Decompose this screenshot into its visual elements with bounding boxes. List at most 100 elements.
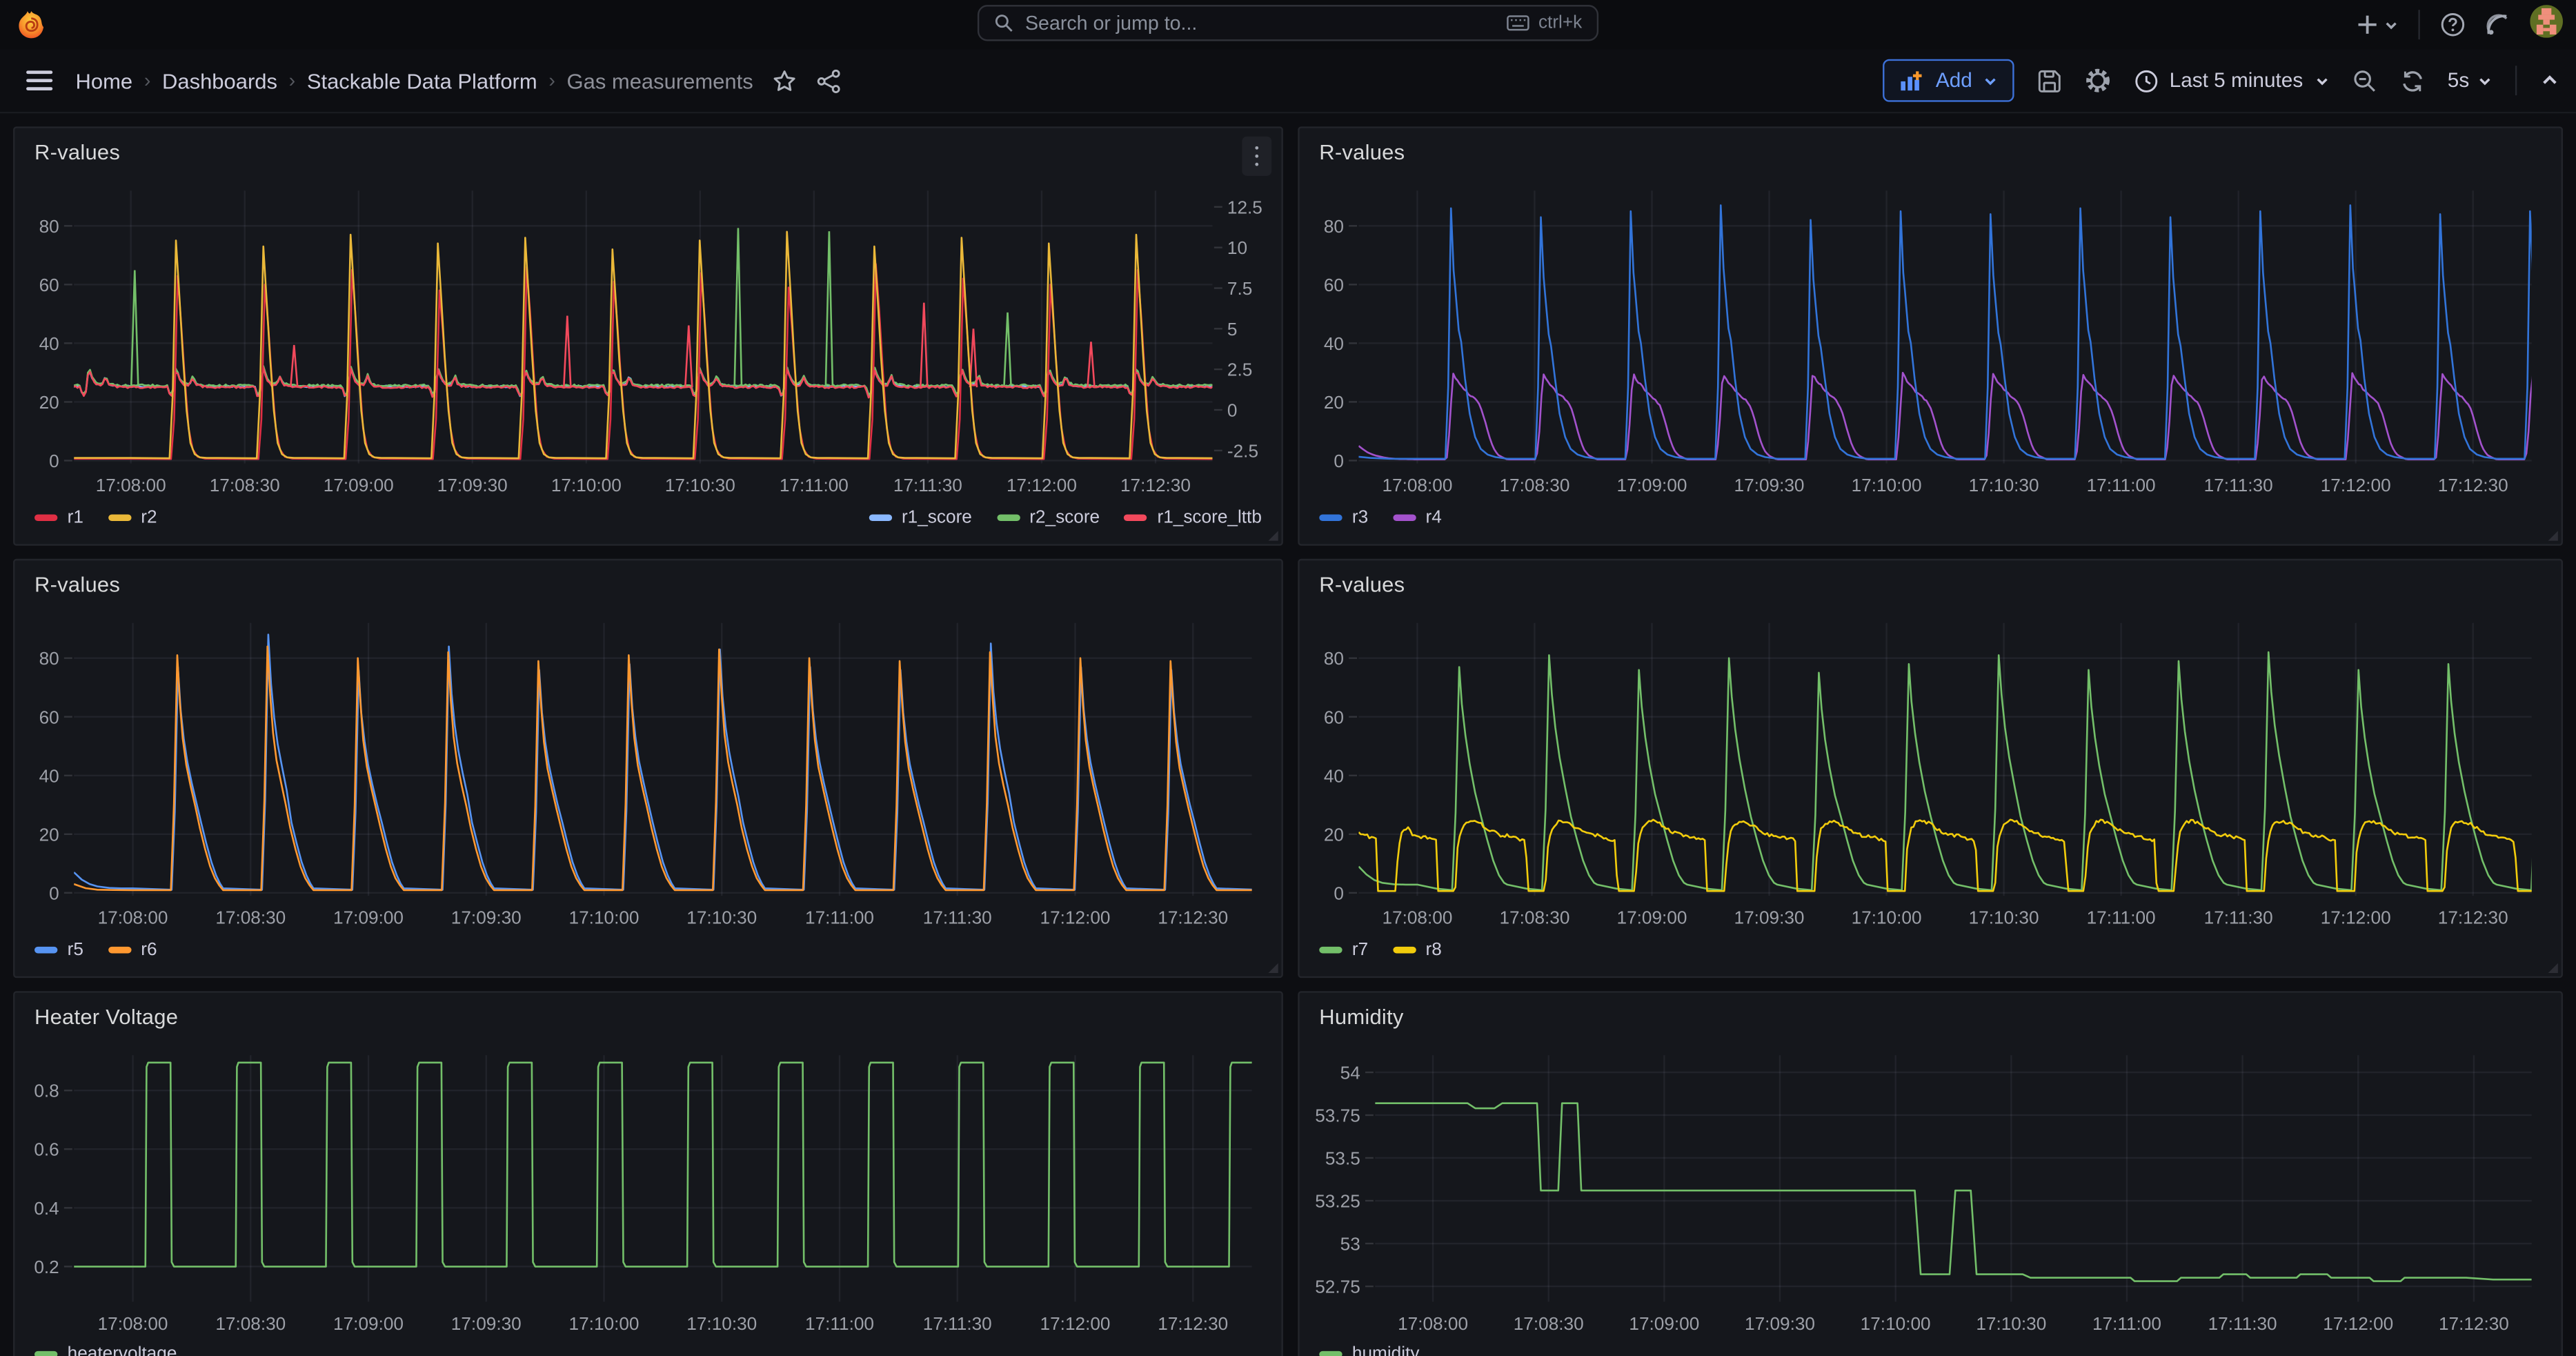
search-icon [994, 13, 1014, 33]
x-axis-tick-label: 17:09:30 [1734, 475, 1805, 495]
dashboard-toolbar: Home › Dashboards › Stackable Data Platf… [0, 49, 2576, 113]
save-icon [2037, 68, 2061, 93]
dashboard-settings-button[interactable] [2084, 68, 2110, 94]
time-series-chart[interactable]: 52.755353.2553.553.755417:08:0017:08:301… [1300, 993, 2562, 1356]
menu-toggle-button[interactable] [26, 70, 52, 90]
series-event-spike [685, 326, 692, 388]
x-axis-tick-label: 17:10:30 [1969, 907, 2039, 928]
axis-labels: 020406080-2.502.557.51012.517:08:0017:08… [39, 197, 1262, 495]
legend-item-r7[interactable]: r7 [1319, 940, 1368, 960]
legend-swatch [1124, 515, 1147, 522]
x-axis-tick-label: 17:08:30 [215, 907, 286, 928]
time-series-chart[interactable]: 02040608017:08:0017:08:3017:09:0017:09:3… [1300, 560, 2562, 976]
time-series-chart[interactable]: 02040608017:08:0017:08:3017:09:0017:09:3… [1300, 128, 2562, 544]
y-axis-tick-label: 20 [1324, 824, 1344, 845]
legend-label: r6 [141, 940, 157, 960]
legend-swatch [1393, 515, 1416, 522]
x-axis-tick-label: 17:08:00 [98, 1313, 168, 1334]
search-input[interactable]: Search or jump to... ctrl+k [978, 5, 1598, 41]
x-axis-tick-label: 17:11:00 [805, 907, 874, 928]
time-series-chart[interactable]: 0.20.40.60.817:08:0017:08:3017:09:0017:0… [14, 993, 1281, 1356]
y-axis-right-tick-label: 5 [1227, 319, 1238, 340]
new-item-button[interactable] [2356, 13, 2399, 36]
x-axis-tick-label: 17:11:30 [2208, 1313, 2277, 1334]
help-button[interactable] [2439, 12, 2466, 38]
x-axis-tick-label: 17:10:00 [1852, 907, 1922, 928]
breadcrumb: Home › Dashboards › Stackable Data Platf… [76, 68, 753, 93]
refresh-interval-picker[interactable]: 5s [2448, 69, 2493, 92]
panel-r-values-2: R-values02040608017:08:0017:08:3017:09:0… [1298, 126, 2563, 545]
collapse-toolbar-button[interactable] [2540, 70, 2560, 90]
grid [1349, 190, 2532, 463]
legend-item-r1_score_lttb[interactable]: r1_score_lttb [1124, 508, 1262, 528]
y-axis-tick-label: 0 [49, 883, 59, 903]
news-button[interactable] [2486, 12, 2510, 37]
series-lines [1358, 652, 2561, 891]
breadcrumb-separator: › [289, 69, 296, 92]
x-axis-tick-label: 17:12:00 [1007, 475, 1077, 495]
breadcrumb-folder[interactable]: Stackable Data Platform [307, 68, 537, 93]
share-button[interactable] [818, 68, 842, 93]
legend-item-r2_score[interactable]: r2_score [997, 508, 1100, 528]
zoom-out-button[interactable] [2352, 68, 2377, 93]
favorite-button[interactable] [773, 68, 797, 93]
dashboard-grid: R-values020406080-2.502.557.51012.517:08… [0, 112, 2576, 1356]
x-axis-tick-label: 17:09:00 [1629, 1313, 1699, 1334]
legend-item-r8[interactable]: r8 [1393, 940, 1442, 960]
x-axis-tick-label: 17:10:30 [1976, 1313, 2046, 1334]
x-axis-tick-label: 17:09:00 [333, 1313, 404, 1334]
legend-swatch [108, 515, 131, 522]
series-event-spike [290, 345, 297, 387]
x-axis-tick-label: 17:08:00 [1382, 475, 1452, 495]
legend-swatch [34, 947, 57, 954]
series-lines [1358, 205, 2561, 459]
x-axis-tick-label: 17:12:30 [1158, 907, 1228, 928]
star-icon [773, 68, 797, 93]
top-nav-actions [2356, 0, 2563, 49]
search-shortcut: ctrl+k [1507, 13, 1583, 33]
legend-item-humidity[interactable]: humidity [1319, 1344, 1419, 1356]
divider [2515, 66, 2517, 95]
y-axis-tick-label: 40 [1324, 765, 1344, 786]
y-axis-tick-label: 54 [1340, 1062, 1360, 1083]
divider [2418, 10, 2419, 39]
legend-item-heatervoltage[interactable]: heatervoltage [34, 1344, 177, 1356]
series-lines [74, 1063, 1281, 1267]
chevron-down-icon [2477, 73, 2492, 88]
x-axis-tick-label: 17:09:30 [451, 1313, 522, 1334]
breadcrumb-separator: › [144, 69, 151, 92]
x-axis-tick-label: 17:08:00 [1398, 1313, 1468, 1334]
grafana-logo-icon[interactable] [17, 10, 46, 39]
x-axis-tick-label: 17:12:00 [1040, 907, 1111, 928]
add-panel-button[interactable]: Add [1883, 59, 2014, 102]
x-axis-tick-label: 17:11:00 [805, 1313, 874, 1334]
x-axis-tick-label: 17:12:30 [1158, 1313, 1228, 1334]
grafana-app: Search or jump to... ctrl+k [0, 0, 2576, 1356]
series-line-r1 [74, 264, 1281, 460]
legend-item-r6[interactable]: r6 [108, 940, 157, 960]
legend-item-r1_score[interactable]: r1_score [869, 508, 972, 528]
x-axis-tick-label: 17:08:00 [98, 907, 168, 928]
breadcrumb-dashboards[interactable]: Dashboards [162, 68, 277, 93]
legend-item-r1[interactable]: r1 [34, 508, 83, 528]
y-axis-right-tick-label: 12.5 [1227, 197, 1262, 217]
time-series-chart[interactable]: 02040608017:08:0017:08:3017:09:0017:09:3… [14, 560, 1281, 976]
legend-item-r4[interactable]: r4 [1393, 508, 1442, 528]
time-series-chart[interactable]: 020406080-2.502.557.51012.517:08:0017:08… [14, 128, 1281, 544]
chevron-up-icon [2540, 70, 2560, 90]
x-axis-tick-label: 17:12:00 [2323, 1313, 2393, 1334]
legend-item-r2[interactable]: r2 [108, 508, 157, 528]
breadcrumb-home[interactable]: Home [76, 68, 133, 93]
refresh-button[interactable] [2400, 68, 2425, 93]
time-range-picker[interactable]: Last 5 minutes [2133, 68, 2329, 93]
axis-labels: 02040608017:08:0017:08:3017:09:0017:09:3… [1324, 648, 2508, 927]
legend-item-r5[interactable]: r5 [34, 940, 83, 960]
user-avatar[interactable] [2530, 4, 2563, 46]
legend-item-r3[interactable]: r3 [1319, 508, 1368, 528]
x-axis-tick-label: 17:10:00 [569, 1313, 640, 1334]
x-axis-tick-label: 17:11:30 [893, 475, 962, 495]
x-axis-tick-label: 17:09:00 [324, 475, 394, 495]
save-dashboard-button[interactable] [2037, 68, 2061, 93]
y-axis-tick-label: 80 [39, 216, 59, 237]
x-axis-tick-label: 17:10:00 [569, 907, 640, 928]
